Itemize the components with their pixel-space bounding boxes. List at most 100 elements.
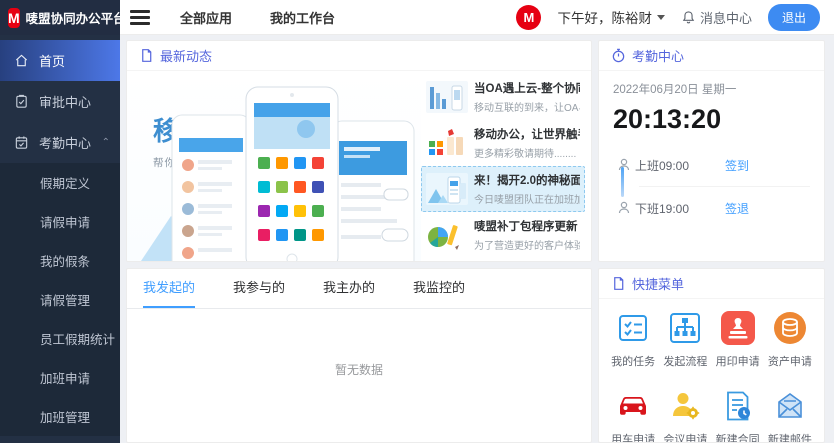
attendance-date: 2022年06月20日 星期一 (613, 81, 810, 97)
empty-state-text: 暂无数据 (127, 309, 591, 378)
header-right: M 下午好，陈裕财 消息中心 退出 (516, 4, 820, 31)
news-thumbnail (426, 81, 468, 113)
sidebar-item-label: 审批中心 (39, 92, 91, 111)
greeting-text: 下午好，陈裕财 (557, 7, 652, 27)
app-title: 唛盟协同办公平台 (26, 8, 126, 27)
sidebar-item-approval-center[interactable]: 审批中心 (0, 81, 120, 122)
message-center-label: 消息中心 (700, 8, 752, 27)
sidebar-item-employee-holiday-stats[interactable]: 员工假期统计 (0, 319, 120, 358)
news-thumbnail (426, 219, 468, 251)
document-icon (139, 48, 154, 63)
person-icon (613, 200, 635, 216)
check-out-link[interactable]: 签退 (725, 200, 749, 217)
nav-all-apps[interactable]: 全部应用 (180, 8, 232, 27)
tasks-icon (616, 311, 650, 345)
quick-item-meeting-request[interactable]: 会议申请 (663, 389, 707, 443)
app-brand: M 唛盟协同办公平台 (0, 0, 120, 35)
document-icon (611, 276, 626, 291)
attendance-panel: 考勤中心 2022年06月20日 星期一 20:13:20 上班09:00 签到 (598, 40, 825, 262)
user-greeting-menu[interactable]: 下午好，陈裕财 (557, 7, 665, 27)
logout-button[interactable]: 退出 (768, 4, 820, 31)
message-center-button[interactable]: 消息中心 (681, 8, 752, 27)
sidebar-item-holiday-definition[interactable]: 假期定义 (0, 163, 120, 202)
attendance-clock: 20:13:20 (613, 104, 810, 135)
news-title: 移动办公，让世界触手可 (474, 126, 580, 142)
home-icon (14, 53, 29, 68)
quick-menu-title: 快捷菜单 (632, 274, 684, 293)
sidebar-item-leave-request[interactable]: 请假申请 (0, 202, 120, 241)
quick-item-new-contract[interactable]: 新建合同 (716, 389, 760, 443)
quick-item-label: 用车申请 (611, 431, 655, 443)
quick-menu-grid: 我的任务 发起流程 (599, 299, 824, 443)
sidebar-item-my-leave-notes[interactable]: 我的假条 (0, 241, 120, 280)
news-item[interactable]: 移动办公，让世界触手可 更多精彩敬请期待........ (421, 120, 585, 166)
tab-initiated-by-me[interactable]: 我发起的 (143, 269, 195, 308)
news-item-active[interactable]: 来！揭开2.0的神秘面纱- 今日唛盟团队正在加班加点， (421, 166, 585, 212)
bell-icon (681, 10, 696, 25)
quick-item-label: 新建邮件 (768, 431, 812, 443)
promo-carousel[interactable]: 移动办公 帮你领先同行 把工作带出办公室 (127, 71, 421, 261)
check-in-row: 上班09:00 签到 (613, 148, 810, 182)
user-avatar[interactable]: M (516, 5, 541, 30)
meeting-icon (668, 389, 702, 423)
news-panel-header: 最新动态 (127, 41, 591, 71)
sidebar-item-home[interactable]: 首页 (0, 40, 120, 81)
news-title: 来！揭开2.0的神秘面纱- (474, 172, 580, 188)
top-nav: 全部应用 我的工作台 (180, 8, 335, 27)
phones-graphic (164, 83, 419, 261)
quick-item-new-mail[interactable]: 新建邮件 (768, 389, 812, 443)
check-in-label: 上班09:00 (635, 157, 689, 174)
attendance-calendar-icon (14, 135, 29, 150)
quick-item-asset-request[interactable]: 资产申请 (768, 311, 812, 369)
sidebar: 首页 审批中心 考勤中心 ⌃ 假期定义 请假申请 我的假条 请假管理 员工假期统… (0, 35, 120, 443)
attendance-panel-header: 考勤中心 (599, 41, 824, 71)
timeline-connector (621, 167, 624, 197)
quick-item-seal-request[interactable]: 用印申请 (716, 311, 760, 369)
quick-menu-panel: 快捷菜单 我的任务 (598, 268, 825, 443)
news-thumbnail (426, 173, 468, 205)
quick-item-label: 会议申请 (663, 431, 707, 443)
quick-item-label: 用印申请 (716, 353, 760, 369)
sidebar-submenu: 假期定义 请假申请 我的假条 请假管理 员工假期统计 加班申请 加班管理 (0, 163, 120, 436)
latest-news-panel: 最新动态 移动办公 帮你领先同行 把工作带出办公室 (126, 40, 592, 262)
contract-icon (721, 389, 755, 423)
attendance-panel-title: 考勤中心 (632, 46, 684, 65)
menu-toggle-icon[interactable] (130, 10, 150, 25)
tab-monitored-by-me[interactable]: 我监控的 (413, 269, 465, 308)
chevron-up-icon: ⌃ (102, 137, 110, 148)
news-item[interactable]: 唛盟补丁包程序更新 为了营造更好的客户体验，唛 (421, 212, 585, 258)
sidebar-item-attendance-center[interactable]: 考勤中心 ⌃ (0, 122, 120, 163)
sidebar-item-overtime-management[interactable]: 加班管理 (0, 397, 120, 436)
news-desc: 更多精彩敬请期待........ (474, 145, 580, 160)
quick-item-label: 新建合同 (716, 431, 760, 443)
mail-icon (773, 389, 807, 423)
tab-participated-by-me[interactable]: 我参与的 (233, 269, 285, 308)
news-thumbnail (426, 127, 468, 159)
tab-hosted-by-me[interactable]: 我主办的 (323, 269, 375, 308)
person-icon (613, 157, 635, 173)
quick-menu-header: 快捷菜单 (599, 269, 824, 299)
quick-item-vehicle-request[interactable]: 用车申请 (611, 389, 655, 443)
news-panel-title: 最新动态 (160, 46, 212, 65)
sidebar-item-leave-management[interactable]: 请假管理 (0, 280, 120, 319)
stopwatch-icon (611, 48, 626, 63)
main-content: 最新动态 移动办公 帮你领先同行 把工作带出办公室 (120, 35, 834, 443)
divider (639, 186, 810, 187)
news-title: 唛盟补丁包程序更新 (474, 218, 580, 234)
news-desc: 移动互联的到来，让OA与云 (474, 99, 580, 114)
sidebar-item-overtime-request[interactable]: 加班申请 (0, 358, 120, 397)
quick-item-my-tasks[interactable]: 我的任务 (611, 311, 655, 369)
sidebar-item-label: 考勤中心 (39, 133, 91, 152)
approval-clipboard-icon (14, 94, 29, 109)
quick-item-label: 我的任务 (611, 353, 655, 369)
my-processes-panel: 我发起的 我参与的 我主办的 我监控的 暂无数据 (126, 268, 592, 443)
header-main: 全部应用 我的工作台 M 下午好，陈裕财 消息中心 退出 (120, 0, 834, 35)
seal-icon (721, 311, 755, 345)
news-desc: 为了营造更好的客户体验，唛 (474, 237, 580, 252)
nav-my-workbench[interactable]: 我的工作台 (270, 8, 335, 27)
news-item[interactable]: 当OA遇上云-整个协同OA 移动互联的到来，让OA与云 (421, 74, 585, 120)
check-in-link[interactable]: 签到 (725, 157, 749, 174)
quick-item-start-flow[interactable]: 发起流程 (663, 311, 707, 369)
chevron-down-icon (657, 15, 665, 20)
process-tabs: 我发起的 我参与的 我主办的 我监控的 (127, 269, 591, 309)
